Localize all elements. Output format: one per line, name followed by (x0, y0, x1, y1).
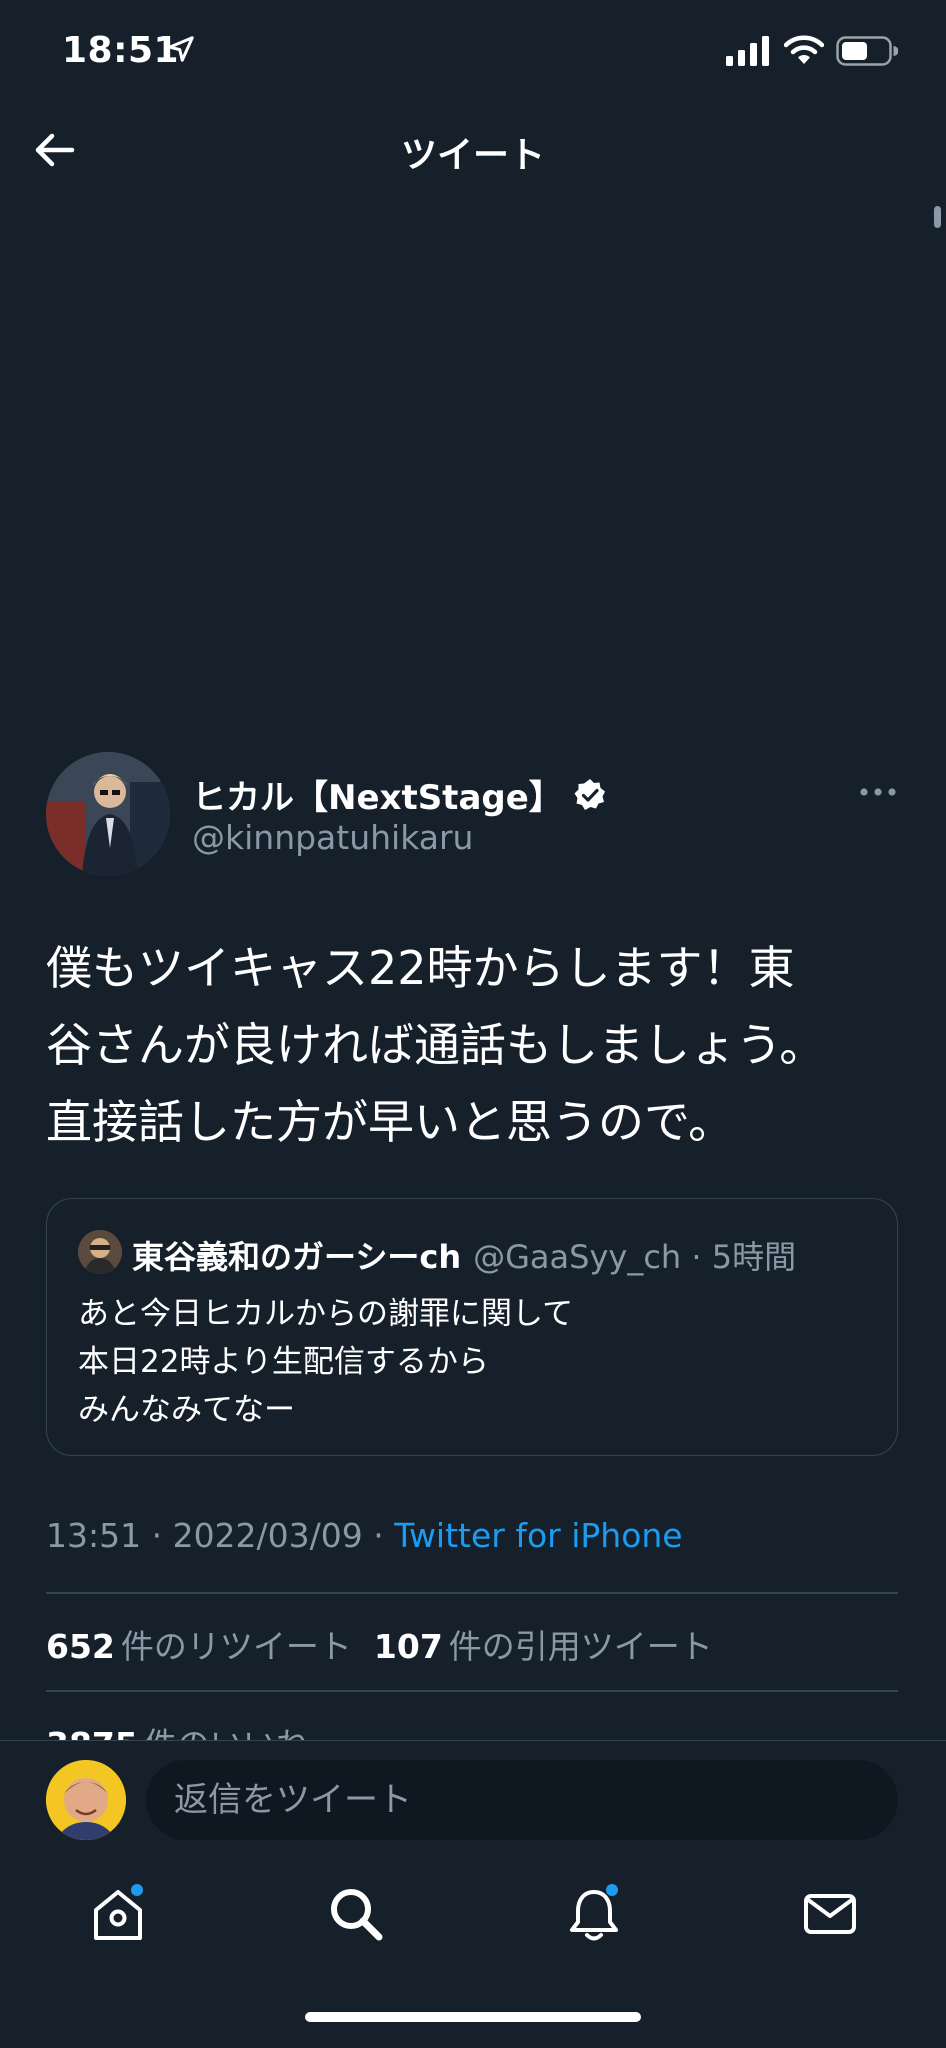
likes-stat[interactable]: 3875件のいいね (46, 1718, 309, 1742)
status-time: 18:51 (62, 30, 180, 71)
tweet-meta: 13:51 · 2022/03/09 · Twitter for iPhone (46, 1516, 683, 1555)
quoted-text: あと今日ヒカルからの謝罪に関して 本日22時より生配信するから みんなみてなー (78, 1296, 574, 1428)
scroll-indicator[interactable] (934, 206, 941, 228)
author-photo (46, 752, 170, 876)
quoted-author-name: 東谷義和のガーシーch (132, 1238, 462, 1276)
quoted-author-avatar (78, 1230, 122, 1274)
quotes-label: 件の引用ツイート (448, 1627, 713, 1666)
tweet-source-link[interactable]: Twitter for iPhone (394, 1516, 682, 1555)
retweets-count: 652 (46, 1627, 115, 1666)
retweets-label: 件のリツイート (120, 1627, 352, 1666)
retweets-stat[interactable]: 652 件のリツイート (46, 1620, 352, 1668)
page-title: ツイート (400, 135, 545, 176)
quotes-stat[interactable]: 107 件の引用ツイート (374, 1620, 713, 1668)
quoted-meta: @GaaSyy_ch · 5時間 (473, 1238, 797, 1276)
messages-icon[interactable] (800, 1884, 860, 1944)
wifi-icon (784, 35, 824, 64)
location-arrow-icon (168, 36, 194, 62)
battery-icon (836, 36, 898, 66)
search-icon[interactable] (326, 1884, 386, 1944)
quoted-author-photo (78, 1230, 122, 1274)
author-handle[interactable]: @kinnpatuhikaru (192, 818, 473, 857)
quotes-count: 107 (373, 1627, 443, 1666)
home-indicator[interactable] (305, 2012, 641, 2022)
divider (46, 1690, 898, 1692)
divider (46, 1592, 898, 1594)
reply-input[interactable] (146, 1760, 898, 1840)
home-icon[interactable] (88, 1884, 148, 1944)
quoted-header: 東谷義和のガーシーch @GaaSyy_ch · 5時間 (132, 1232, 796, 1278)
my-avatar[interactable] (46, 1760, 126, 1840)
tweet-timestamp: 13:51 · 2022/03/09 · (46, 1516, 395, 1555)
cellular-signal-icon (726, 36, 769, 66)
verified-badge-icon (574, 778, 605, 810)
author-name[interactable]: ヒカル【NextStage】 (192, 770, 563, 819)
my-photo (46, 1760, 126, 1840)
author-avatar[interactable] (46, 752, 170, 876)
author-name-row[interactable]: ヒカル【NextStage】 (192, 770, 607, 819)
tweet-text: 僕もツイキャス22時からします！東 谷さんが良ければ通話もしましょう。 直接話し… (46, 941, 826, 1149)
more-options-icon[interactable] (858, 778, 898, 806)
notifications-icon[interactable] (564, 1884, 624, 1944)
tweet-stats: 652 件のリツイート 107 件の引用ツイート (46, 1620, 713, 1668)
